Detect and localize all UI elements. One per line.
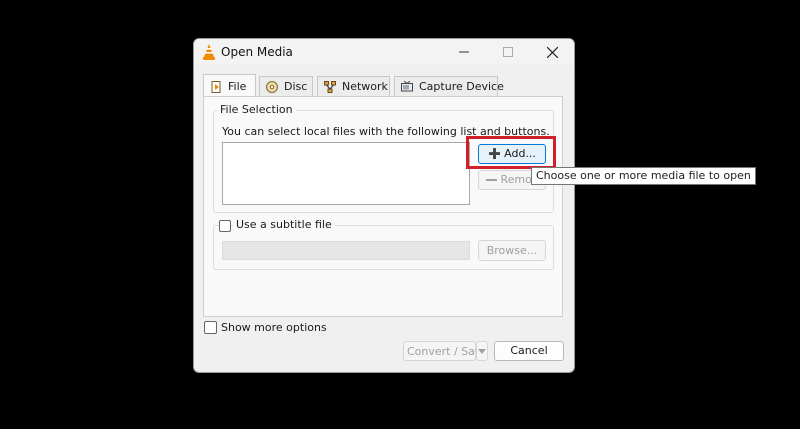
chevron-down-icon — [478, 349, 486, 354]
add-button-highlight — [466, 136, 556, 169]
tab-network[interactable]: Network — [317, 76, 390, 96]
file-selection-title: File Selection — [217, 103, 296, 116]
capture-device-icon — [401, 81, 413, 92]
subtitle-group: Use a subtitle file Browse... — [213, 218, 554, 270]
convert-save-dropdown[interactable] — [476, 341, 488, 361]
file-tab-panel: File Selection You can select local file… — [203, 96, 563, 317]
subtitle-file-field — [222, 241, 470, 260]
tab-disc-label: Disc — [284, 80, 308, 93]
cancel-label: Cancel — [510, 344, 548, 357]
maximize-button[interactable] — [486, 39, 530, 65]
tab-network-label: Network — [342, 80, 388, 93]
tab-disc[interactable]: Disc — [259, 76, 313, 96]
show-more-options-label[interactable]: Show more options — [221, 321, 327, 334]
tab-file-label: File — [228, 80, 247, 93]
subtitle-checkbox[interactable] — [219, 220, 231, 232]
file-icon — [211, 81, 221, 93]
file-list[interactable] — [222, 142, 470, 205]
add-button-tooltip: Choose one or more media file to open — [531, 167, 756, 185]
title-bar[interactable]: Open Media — [194, 39, 574, 65]
convert-save-button[interactable]: Convert / Save — [403, 341, 488, 361]
subtitle-checkbox-label[interactable]: Use a subtitle file — [233, 218, 335, 231]
browse-button[interactable]: Browse... — [478, 240, 546, 261]
vlc-cone-icon — [203, 44, 215, 60]
maximize-icon — [503, 47, 513, 57]
window-title: Open Media — [221, 45, 293, 59]
close-button[interactable] — [530, 39, 574, 65]
minimize-icon — [459, 51, 469, 53]
minimize-button[interactable] — [442, 39, 486, 65]
tab-capture-device[interactable]: Capture Device — [394, 76, 504, 96]
remove-icon — [486, 179, 497, 181]
tab-file[interactable]: File — [203, 74, 256, 97]
tab-capture-device-label: Capture Device — [419, 80, 504, 93]
browse-label: Browse... — [486, 244, 538, 257]
disc-icon — [266, 81, 278, 93]
network-icon — [324, 81, 336, 93]
close-icon — [547, 47, 558, 58]
show-more-options-checkbox[interactable] — [204, 321, 217, 334]
cancel-button[interactable]: Cancel — [494, 341, 564, 361]
open-media-dialog: Open Media File Disc Network Capture Dev… — [193, 38, 575, 373]
